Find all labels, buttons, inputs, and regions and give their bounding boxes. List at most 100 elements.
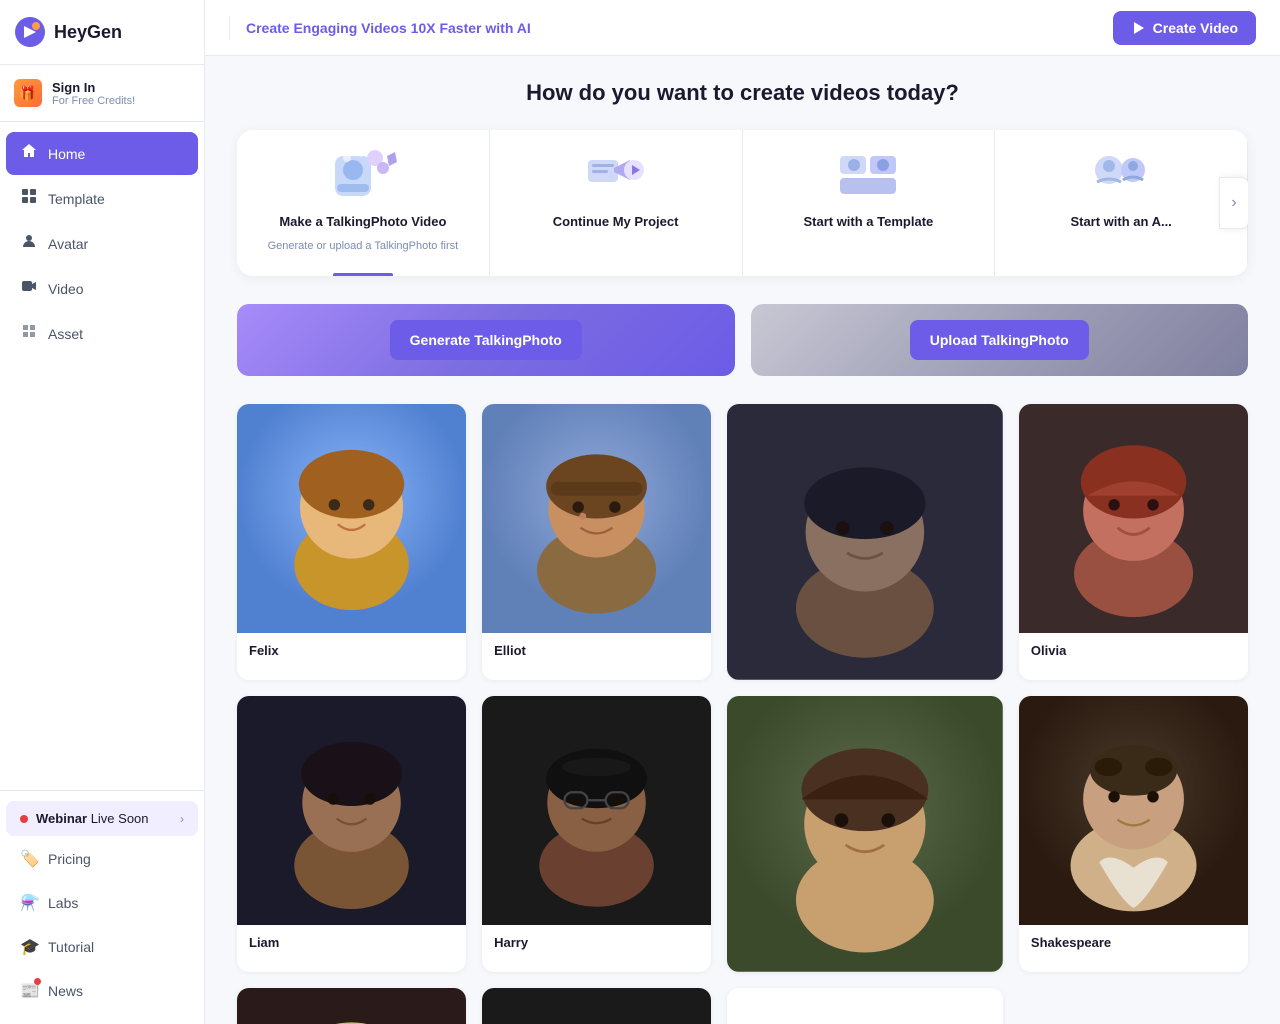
avatar-image-liam [237,696,466,925]
avatar-name-olivia: Olivia [1019,633,1248,668]
avatar-card-ethan[interactable]: Ethan [727,404,1003,680]
main-content: Create Engaging Videos 10X Faster with A… [205,0,1280,1024]
sidebar-nav: Home Template Avatar Video [0,122,204,790]
page-question: How do you want to create videos today? [237,80,1248,106]
webinar-chevron-icon: › [180,812,184,826]
template-icon [20,188,38,209]
webinar-badge: Live Soon [91,811,149,826]
tagline-highlight: Create Engaging Videos 10X Faster with A… [246,20,531,36]
avatar-image-harry [482,696,711,925]
action-buttons-row: Generate TalkingPhoto Upload TalkingPhot… [237,304,1248,376]
sidebar-item-pricing[interactable]: 🏷️ Pricing [6,838,198,880]
sidebar-item-asset[interactable]: Asset [6,312,198,355]
labs-icon: ⚗️ [20,893,38,913]
create-video-label: Create Video [1153,20,1238,36]
template-illustration [832,148,904,204]
sidebar-item-news[interactable]: 📰 News [6,970,198,1012]
option-card-avatar[interactable]: Start with an A... [995,130,1248,276]
upload-talking-photo-card[interactable]: Upload TalkingPhoto [751,304,1249,376]
avatar-option-label: Start with an A... [1070,214,1171,229]
generate-talking-photo-button[interactable]: Generate TalkingPhoto [390,320,582,360]
webinar-label: Webinar [36,811,87,826]
sidebar-label-pricing: Pricing [48,851,91,867]
logo-text: HeyGen [54,22,122,43]
avatar-card-harry[interactable]: Harry [482,696,711,972]
sign-in-section[interactable]: 🎁 Sign In For Free Credits! [0,65,204,122]
heygen-logo-icon [14,16,46,48]
option-card-template[interactable]: Start with a Template [743,130,996,276]
collapse-card[interactable]: Collapse ∧ [727,988,1003,1024]
webinar-text: Webinar Live Soon [36,811,172,826]
template-label: Start with a Template [803,214,933,229]
avatar-name-shakespeare: Shakespeare [1019,925,1248,960]
avatar-card-lisa[interactable]: Lisa [727,696,1003,972]
talking-photo-sub: Generate or upload a TalkingPhoto first [268,239,459,254]
avatar-card-shakespeare[interactable]: Shakespeare [1019,696,1248,972]
home-icon [20,143,38,164]
sidebar-bottom: Webinar Live Soon › 🏷️ Pricing ⚗️ Labs 🎓… [0,790,204,1024]
option-cards-next-button[interactable]: › [1219,177,1248,229]
create-video-icon [1131,20,1147,36]
avatar-card-elliot[interactable]: Elliot [482,404,711,680]
sign-in-subtitle: For Free Credits! [52,95,135,107]
header-divider [229,16,230,40]
sidebar-label-news: News [48,983,83,999]
avatar-card-nata[interactable]: Nata [237,988,466,1024]
sidebar-label-asset: Asset [48,326,83,342]
talking-photo-illustration [327,148,399,204]
sidebar: HeyGen 🎁 Sign In For Free Credits! Home [0,0,205,1024]
sidebar-item-labs[interactable]: ⚗️ Labs [6,882,198,924]
generate-talking-photo-card[interactable]: Generate TalkingPhoto [237,304,735,376]
avatar-name-felix: Felix [237,633,466,668]
avatar-image-olivia [1019,404,1248,633]
sidebar-label-labs: Labs [48,895,78,911]
create-video-button[interactable]: Create Video [1113,11,1256,45]
news-badge-dot [34,978,41,985]
pricing-icon: 🏷️ [20,849,38,869]
sidebar-label-home: Home [48,146,85,162]
sidebar-label-video: Video [48,281,84,297]
avatar-grid: Felix [237,404,1248,1024]
gift-icon: 🎁 [14,79,42,107]
video-icon [20,278,38,299]
avatar-image-felix [237,404,466,633]
logo[interactable]: HeyGen [0,0,204,65]
sidebar-item-video[interactable]: Video [6,267,198,310]
sidebar-label-tutorial: Tutorial [48,939,94,955]
header-tagline: Create Engaging Videos 10X Faster with A… [246,20,1097,36]
avatar-name-liam: Liam [237,925,466,960]
option-card-talking-photo[interactable]: Make a TalkingPhoto Video Generate or up… [237,130,490,276]
continue-project-illustration [580,148,652,204]
sidebar-item-avatar[interactable]: Avatar [6,222,198,265]
content-area: How do you want to create videos today? [205,56,1280,1024]
sidebar-item-home[interactable]: Home [6,132,198,175]
avatar-image-lisa [727,696,1003,972]
asset-icon [20,323,38,344]
sidebar-label-template: Template [48,191,105,207]
avatar-card-olivia[interactable]: Olivia [1019,404,1248,680]
webinar-live-dot [20,815,28,823]
avatar-illustration [1085,148,1157,204]
continue-project-label: Continue My Project [553,214,679,229]
sign-in-title: Sign In [52,80,135,95]
app-header: Create Engaging Videos 10X Faster with A… [205,0,1280,56]
avatar-image-ethan [727,404,1003,680]
avatar-image-nata [237,988,466,1024]
avatar-card-leonardo[interactable]: Leonardo [482,988,711,1024]
avatar-image-elliot [482,404,711,633]
talking-photo-label: Make a TalkingPhoto Video [279,214,446,229]
option-card-continue-project[interactable]: Continue My Project [490,130,743,276]
avatar-image-shakespeare [1019,696,1248,925]
sidebar-item-template[interactable]: Template [6,177,198,220]
upload-talking-photo-button[interactable]: Upload TalkingPhoto [910,320,1089,360]
avatar-card-liam[interactable]: Liam [237,696,466,972]
avatar-name-harry: Harry [482,925,711,960]
tutorial-icon: 🎓 [20,937,38,957]
sidebar-label-avatar: Avatar [48,236,88,252]
avatar-icon [20,233,38,254]
sidebar-item-tutorial[interactable]: 🎓 Tutorial [6,926,198,968]
avatar-image-leonardo [482,988,711,1024]
webinar-banner[interactable]: Webinar Live Soon › [6,801,198,836]
avatar-name-elliot: Elliot [482,633,711,668]
avatar-card-felix[interactable]: Felix [237,404,466,680]
